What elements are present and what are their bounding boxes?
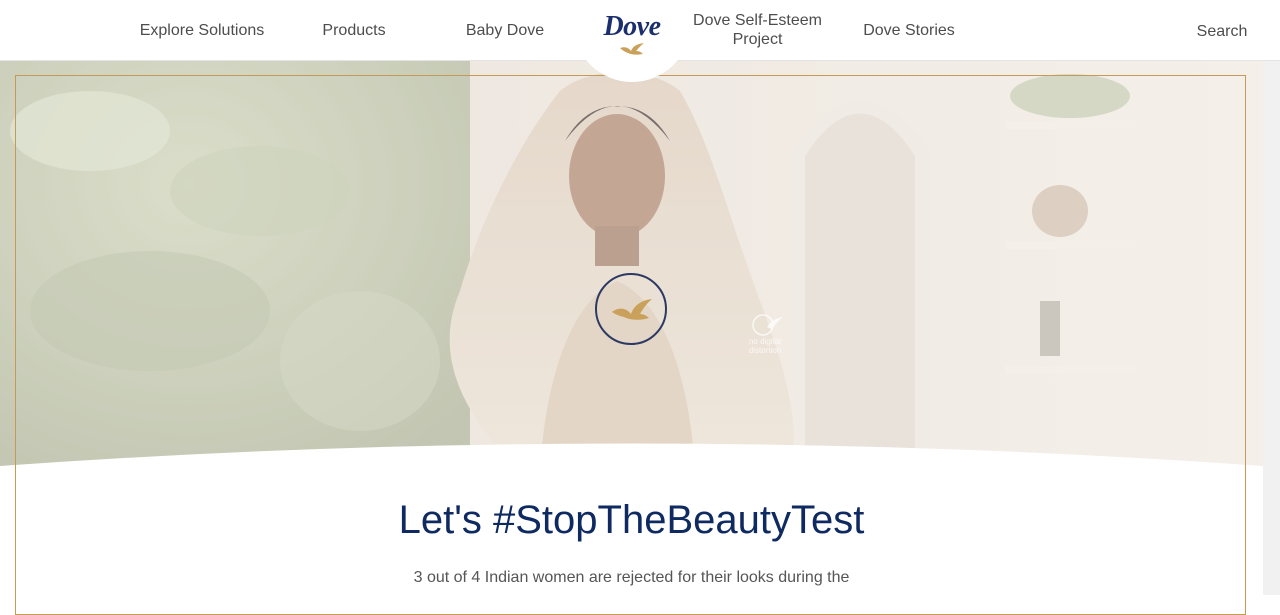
page-scrollbar[interactable] xyxy=(1263,61,1280,595)
dove-watermark-icon xyxy=(752,314,783,336)
nav-baby-dove[interactable]: Baby Dove xyxy=(440,0,570,60)
nav-explore-solutions[interactable]: Explore Solutions xyxy=(126,0,278,60)
nav-products[interactable]: Products xyxy=(290,0,418,60)
watermark-text-line1: no digital xyxy=(748,337,782,346)
nav-dove-stories[interactable]: Dove Stories xyxy=(846,0,972,60)
video-play-icon xyxy=(595,273,667,345)
page-headline: Let's #StopTheBeautyTest xyxy=(398,498,865,542)
nav-self-esteem-project[interactable]: Dove Self-Esteem Project xyxy=(690,0,825,60)
hero-image xyxy=(0,61,1263,472)
dove-bird-icon xyxy=(620,43,644,55)
logo-wordmark: Dove xyxy=(603,11,661,42)
watermark-text-line2: distortion xyxy=(748,346,782,355)
no-digital-distortion-mark: no digital distortion xyxy=(735,313,795,369)
intro-paragraph: 3 out of 4 Indian women are rejected for… xyxy=(413,569,850,586)
search-button[interactable]: Search xyxy=(1180,1,1264,61)
video-play-button[interactable] xyxy=(594,272,668,346)
hero-video[interactable]: no digital distortion xyxy=(0,61,1263,472)
